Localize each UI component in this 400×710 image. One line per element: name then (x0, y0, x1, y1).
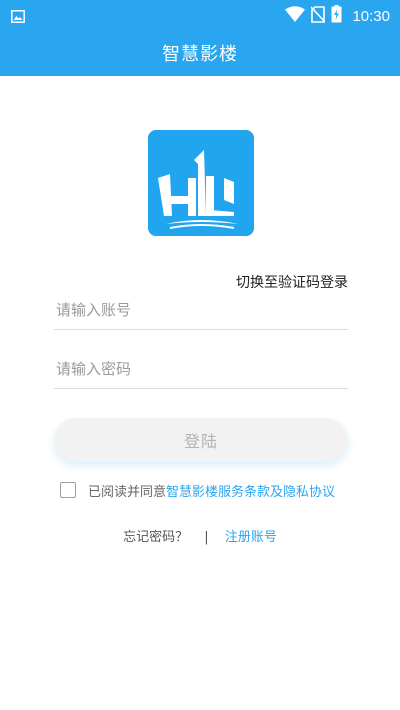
account-field (54, 293, 348, 330)
agreement-prefix: 已阅读并同意 (88, 484, 167, 500)
status-time: 10:30 (352, 7, 390, 25)
app-logo (148, 130, 254, 236)
login-button[interactable]: 登陆 (54, 418, 348, 462)
link-separator: | (204, 530, 209, 545)
switch-to-code-login-link[interactable]: 切换至验证码登录 (236, 272, 348, 292)
terms-privacy-link[interactable]: 智慧影楼服务条款及隐私协议 (166, 481, 335, 500)
agreement-checkbox[interactable] (60, 482, 76, 498)
forgot-password-link[interactable]: 忘记密码？ (123, 530, 188, 545)
password-field (54, 352, 348, 389)
account-input[interactable] (56, 297, 336, 323)
page-title: 智慧影楼 (162, 44, 238, 65)
battery-charging-icon (331, 5, 342, 27)
wifi-icon (285, 6, 306, 26)
register-link[interactable]: 注册账号 (225, 530, 277, 545)
image-icon (11, 8, 25, 27)
password-input[interactable] (56, 356, 336, 382)
status-bar: 10:30 (0, 0, 400, 30)
app-bar: 智慧影楼 (0, 30, 400, 76)
no-sim-icon (310, 5, 327, 27)
status-icons: 10:30 (285, 5, 390, 27)
bottom-links: 忘记密码？ | 注册账号 (0, 526, 400, 545)
agreement-row: 已阅读并同意 智慧影楼服务条款及隐私协议 (60, 480, 335, 500)
